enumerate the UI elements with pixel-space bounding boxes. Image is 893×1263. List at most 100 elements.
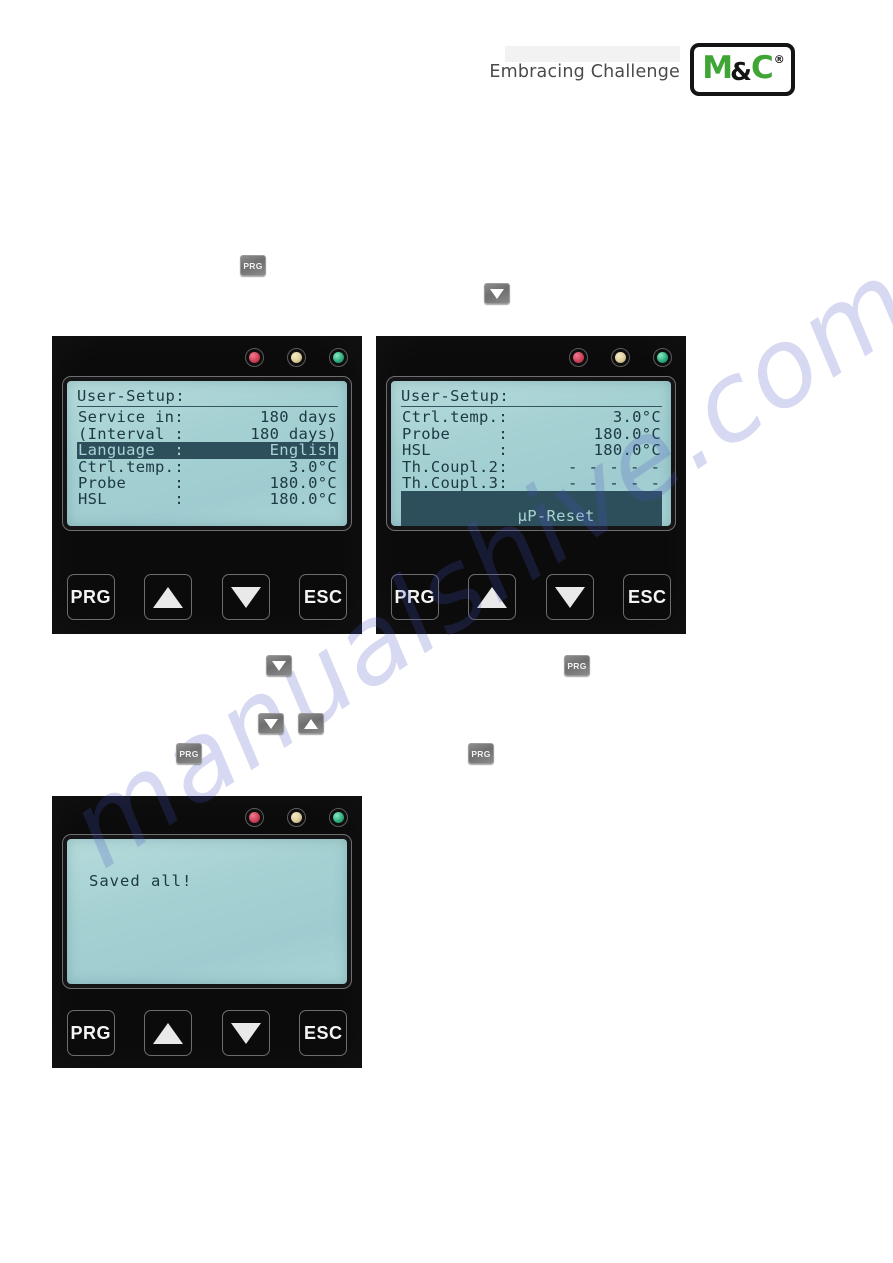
device-3-prg-button[interactable]: PRG — [66, 1010, 115, 1056]
brand-slogan: Embracing Challenge — [489, 62, 680, 82]
prg-label: PRG — [70, 586, 111, 607]
led-power-green-icon — [329, 348, 348, 367]
logo-letter-m: M — [702, 50, 733, 86]
lcd-2-row-ctrl-temp-label: Ctrl.temp.: — [402, 408, 508, 427]
device-1-down-button[interactable] — [221, 574, 270, 620]
lcd-1-row-language[interactable]: Language : English — [77, 441, 338, 460]
mc-logo-text: M&C® — [702, 50, 784, 86]
prg-label: PRG — [70, 1022, 111, 1043]
led-alarm-red-icon — [245, 348, 264, 367]
led-power-green-icon — [653, 348, 672, 367]
controller-device-1: User-Setup: Service in: 180 days (Interv… — [52, 336, 362, 634]
lcd-1-row-language-label: Language : — [78, 441, 184, 460]
lcd-2-row-th-coupl-2-label: Th.Coupl.2: — [402, 457, 508, 476]
prg-icon: PRG — [243, 260, 263, 271]
arrow-up-icon — [153, 586, 184, 608]
device-1-esc-button[interactable]: ESC — [299, 574, 348, 620]
lcd-1-row-probe[interactable]: Probe : 180.0°C — [77, 473, 338, 492]
device-1-led-group — [245, 348, 348, 367]
lcd-2-row-th-coupl-3-label: Th.Coupl.3: — [402, 473, 508, 492]
lcd-1-row-interval-label: (Interval : — [78, 424, 184, 443]
lcd-2-row-probe-label: Probe : — [402, 424, 508, 443]
lcd-1-row-hsl-label: HSL : — [78, 490, 184, 509]
device-3-keypad: PRG ESC — [52, 1010, 362, 1056]
arrow-up-icon — [304, 718, 318, 729]
lcd-2-row-hsl-label: HSL : — [402, 441, 508, 460]
lcd-1-row-probe-label: Probe : — [78, 473, 184, 492]
lcd-1-row-hsl[interactable]: HSL : 180.0°C — [77, 490, 338, 509]
lcd-1-row-ctrl-temp[interactable]: Ctrl.temp.: 3.0°C — [77, 457, 338, 476]
device-2-down-button[interactable] — [545, 574, 594, 620]
led-alarm-red-icon — [245, 808, 264, 827]
step-down-3-button[interactable] — [258, 713, 284, 734]
device-2-led-group — [569, 348, 672, 367]
led-status-amber-icon — [611, 348, 630, 367]
led-status-amber-icon — [287, 808, 306, 827]
step-up-1-button[interactable] — [298, 713, 324, 734]
prg-icon: PRG — [567, 660, 587, 671]
lcd-1-row-probe-value: 180.0°C — [269, 473, 337, 492]
device-2-prg-button[interactable]: PRG — [390, 574, 439, 620]
device-2-up-button[interactable] — [468, 574, 517, 620]
lcd-3-message: Saved all! — [89, 872, 193, 890]
lcd-1-row-hsl-value: 180.0°C — [269, 490, 337, 509]
lcd-1-row-service-in[interactable]: Service in: 180 days — [77, 408, 338, 427]
lcd-1-rows: Service in: 180 days (Interval : 180 day… — [77, 409, 338, 508]
arrow-down-icon — [230, 1022, 261, 1044]
lcd-2-row-ctrl-temp[interactable]: Ctrl.temp.: 3.0°C — [401, 408, 662, 427]
step-prg-3-button[interactable]: PRG — [176, 743, 202, 764]
device-1-keypad: PRG ESC — [52, 574, 362, 620]
lcd-2-rows: Ctrl.temp.: 3.0°C Probe : 180.0°C HSL : … — [401, 409, 662, 526]
lcd-1-row-ctrl-temp-value: 3.0°C — [288, 457, 337, 476]
lcd-1-row-service-in-value: 180 days — [259, 408, 337, 427]
logo-letter-c: C — [750, 50, 774, 86]
controller-device-2: User-Setup: Ctrl.temp.: 3.0°C Probe : 18… — [376, 336, 686, 634]
lcd-2-row-hsl[interactable]: HSL : 180.0°C — [401, 441, 662, 460]
lcd-2-row-th-coupl-3[interactable]: Th.Coupl.3: - - - - - — [401, 473, 662, 492]
step-down-2-button[interactable] — [266, 655, 292, 676]
lcd-1-row-interval[interactable]: (Interval : 180 days) — [77, 424, 338, 443]
screen-user-setup-page1: User-Setup: Service in: 180 days (Interv… — [67, 381, 347, 526]
lcd-2-row-th-coupl-2[interactable]: Th.Coupl.2: - - - - - — [401, 457, 662, 476]
lcd-2-row-up-reset[interactable]: µP-Reset : — [401, 491, 662, 526]
step-prg-2-button[interactable]: PRG — [564, 655, 590, 676]
lcd-1-row-interval-value: 180 days) — [250, 424, 337, 443]
step-prg-4-button[interactable]: PRG — [468, 743, 494, 764]
lcd-2-row-th-coupl-3-value: - - - - - — [568, 473, 661, 492]
device-3-led-group — [245, 808, 348, 827]
arrow-down-icon — [264, 718, 278, 729]
lcd-2-row-ctrl-temp-value: 3.0°C — [612, 408, 661, 427]
led-alarm-red-icon — [569, 348, 588, 367]
manual-page: Embracing Challenge M&C® manualshive.com… — [0, 0, 893, 1263]
step-down-1-button[interactable] — [484, 283, 510, 304]
device-1-up-button[interactable] — [144, 574, 193, 620]
device-1-top-panel — [52, 336, 362, 367]
device-1-prg-button[interactable]: PRG — [66, 574, 115, 620]
lcd-2-title: User-Setup: — [401, 387, 510, 405]
device-3-esc-button[interactable]: ESC — [299, 1010, 348, 1056]
device-2-esc-button[interactable]: ESC — [623, 574, 672, 620]
lcd-1-row-ctrl-temp-label: Ctrl.temp.: — [78, 457, 184, 476]
arrow-down-icon — [490, 288, 504, 299]
step-prg-1-button[interactable]: PRG — [240, 255, 266, 276]
prg-icon: PRG — [471, 748, 491, 759]
prg-icon: PRG — [179, 748, 199, 759]
lcd-2-row-probe-value: 180.0°C — [593, 424, 661, 443]
header-accent-band — [505, 46, 680, 62]
lcd-1-title-rule — [77, 405, 338, 408]
led-status-amber-icon — [287, 348, 306, 367]
lcd-1-title: User-Setup: — [77, 387, 186, 405]
esc-label: ESC — [627, 586, 667, 607]
device-3-up-button[interactable] — [144, 1010, 193, 1056]
arrow-up-icon — [153, 1022, 184, 1044]
lcd-1-row-language-value: English — [269, 441, 337, 460]
esc-label: ESC — [303, 586, 343, 607]
lcd-2-row-probe[interactable]: Probe : 180.0°C — [401, 424, 662, 443]
lcd-2-row-hsl-value: 180.0°C — [593, 441, 661, 460]
device-3-lcd-bezel: Saved all! — [62, 834, 352, 989]
arrow-down-icon — [230, 586, 261, 608]
prg-label: PRG — [394, 586, 435, 607]
lcd-1-row-service-in-label: Service in: — [78, 408, 184, 427]
device-3-down-button[interactable] — [221, 1010, 270, 1056]
lcd-2-row-th-coupl-2-value: - - - - - — [568, 457, 661, 476]
